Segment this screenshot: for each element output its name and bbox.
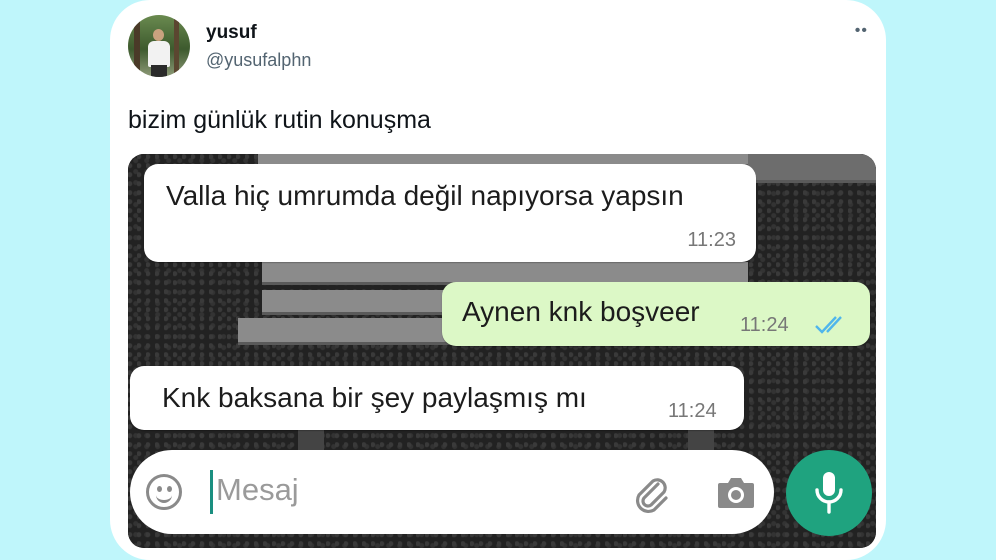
incoming-message[interactable]: Valla hiç umrumda değil napıyorsa yapsın…: [144, 164, 756, 262]
paperclip-icon[interactable]: [628, 470, 672, 514]
avatar-person: [151, 65, 167, 77]
message-input[interactable]: [216, 472, 596, 508]
avatar-person: [153, 29, 164, 41]
user-handle[interactable]: @yusufalphn: [206, 50, 311, 71]
avatar-tree: [174, 15, 179, 77]
tweet-text: bizim günlük rutin konuşma: [128, 106, 431, 134]
tweet-media-chat-screenshot[interactable]: Valla hiç umrumda değil napıyorsa yapsın…: [128, 154, 876, 548]
avatar-person: [148, 41, 170, 67]
outgoing-message[interactable]: Aynen knk boşveer 11:24: [442, 282, 870, 346]
more-options-button[interactable]: ••: [855, 23, 868, 39]
message-time: 11:23: [687, 229, 736, 251]
emoji-icon[interactable]: [146, 474, 182, 510]
message-text: Valla hiç umrumda değil napıyorsa yapsın: [166, 180, 684, 211]
message-text: Knk baksana bir şey paylaşmış mı: [162, 382, 587, 413]
avatar[interactable]: [128, 15, 190, 77]
microphone-icon: [815, 472, 843, 514]
text-cursor: [210, 470, 213, 514]
display-name[interactable]: yusuf: [206, 22, 257, 44]
bench-plank: [748, 154, 876, 183]
double-check-icon: [815, 316, 842, 334]
message-text: Aynen knk boşveer: [462, 296, 700, 327]
emoji-mouth: [156, 492, 172, 503]
tweet-card: yusuf @yusufalphn •• bizim günlük rutin …: [110, 0, 886, 560]
message-time: 11:24: [740, 314, 789, 336]
camera-icon[interactable]: [716, 474, 756, 510]
message-time: 11:24: [668, 400, 717, 422]
message-input-bar: [130, 450, 774, 534]
incoming-message[interactable]: Knk baksana bir şey paylaşmış mı 11:24: [130, 366, 744, 430]
voice-record-button[interactable]: [786, 450, 872, 536]
avatar-tree: [134, 15, 140, 77]
